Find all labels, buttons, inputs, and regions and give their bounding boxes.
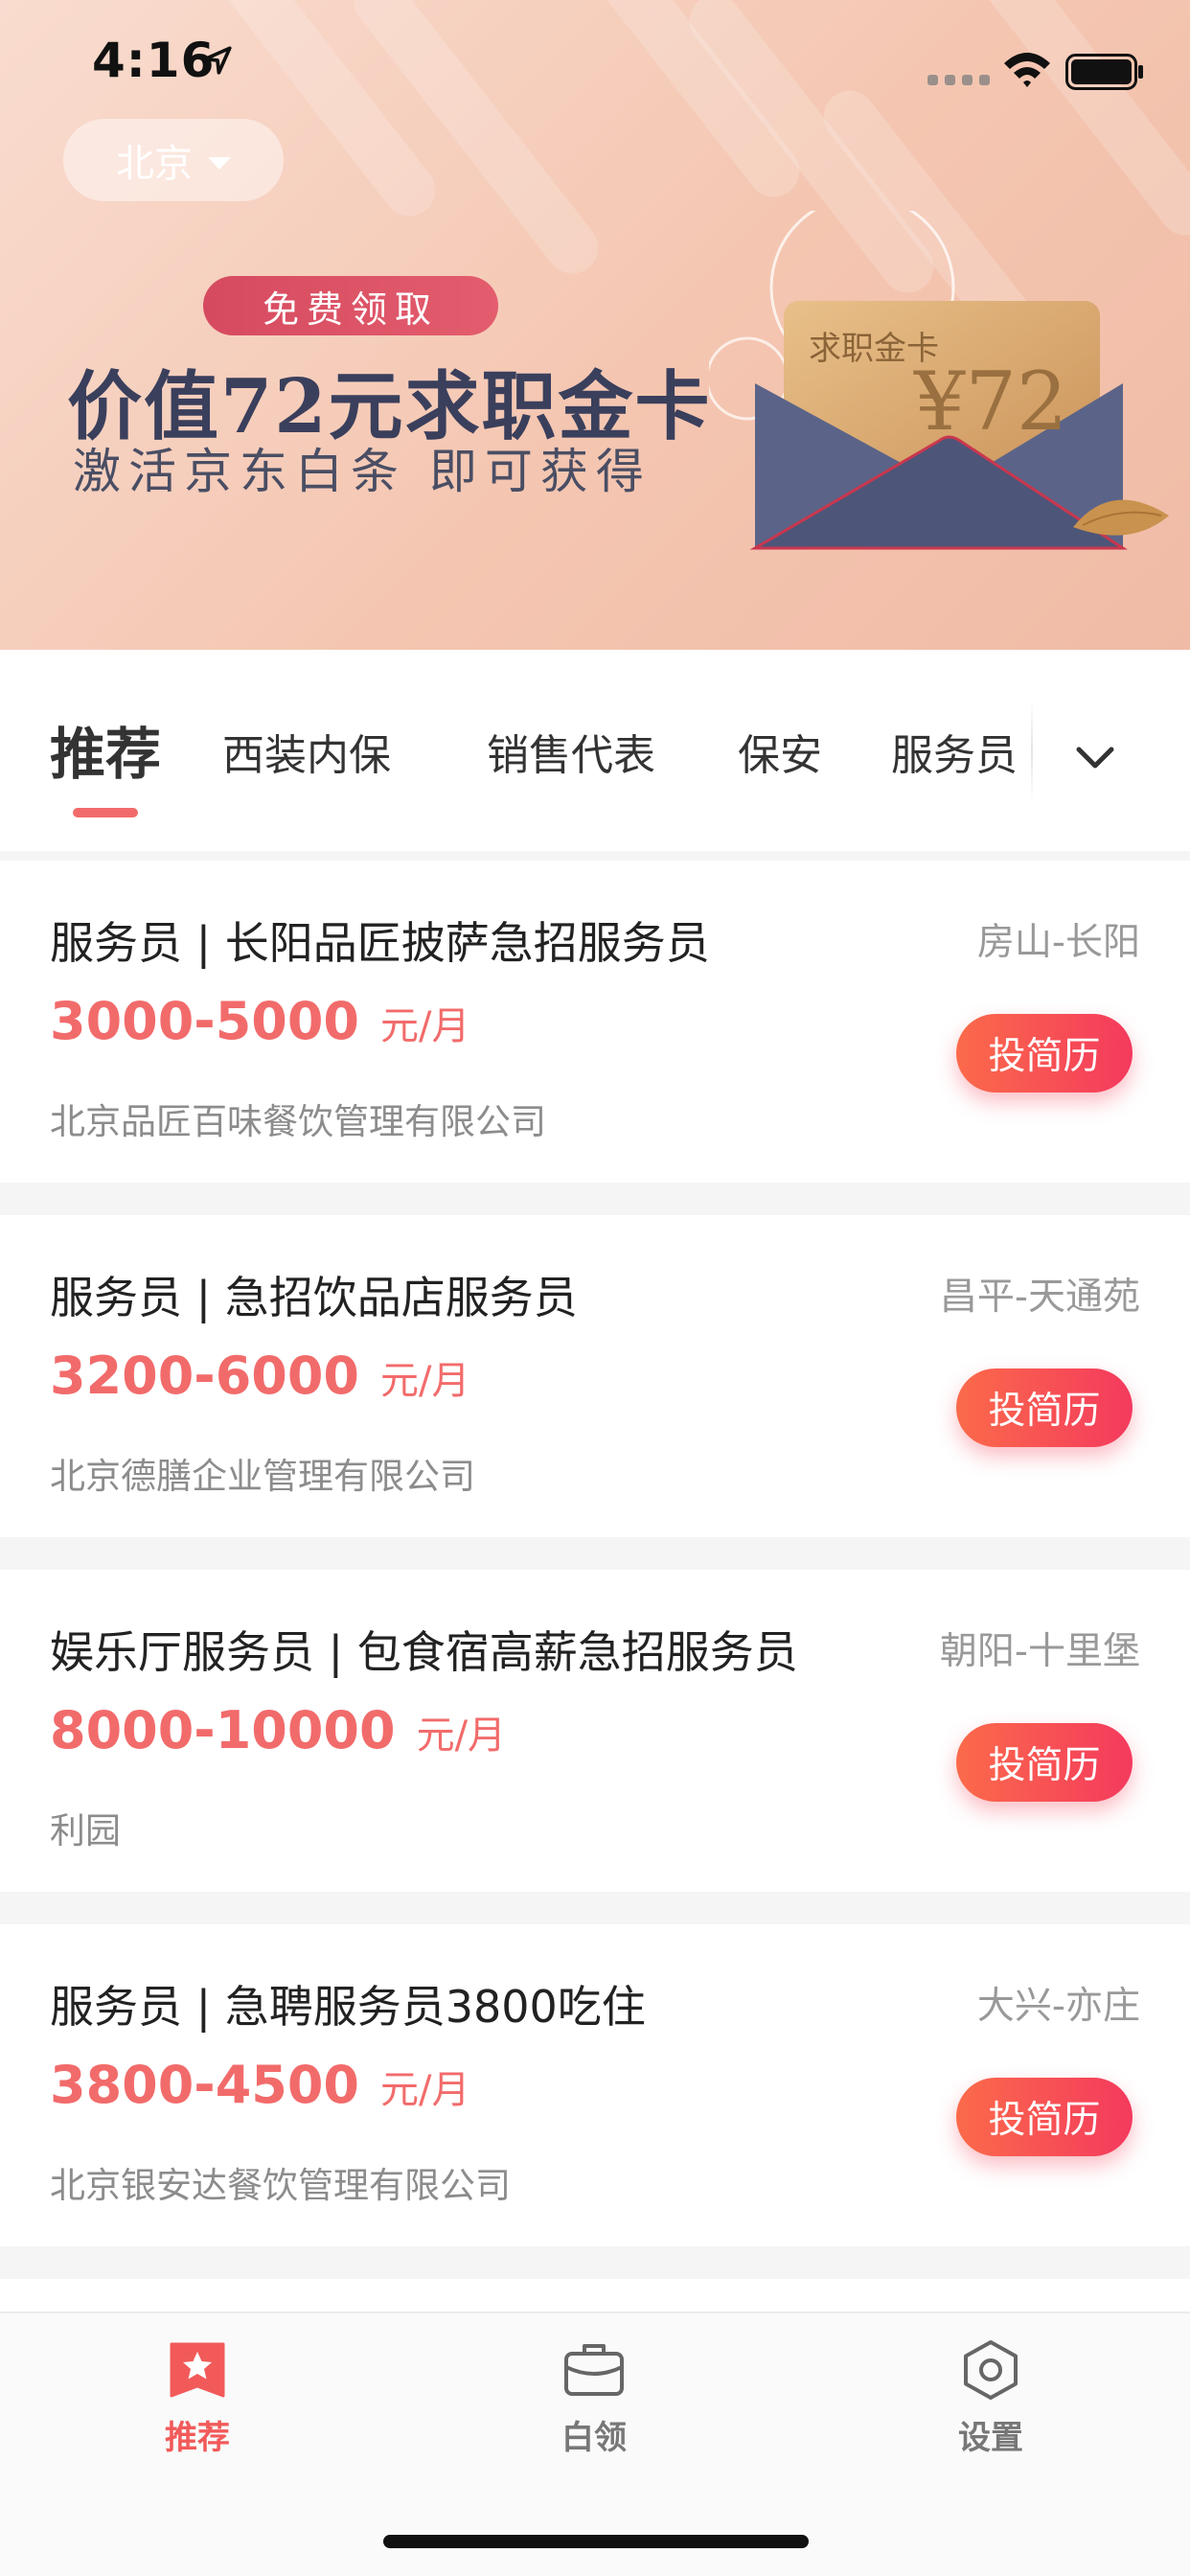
job-area: 昌平-天通苑: [939, 1276, 1140, 1319]
promo-tag: 免费领取: [203, 276, 498, 335]
job-area: 房山-长阳: [976, 921, 1140, 964]
nav-label: 设置: [958, 2419, 1023, 2457]
job-salary: 3200-6000 元/月: [50, 1346, 470, 1406]
job-salary: 8000-10000 元/月: [50, 1700, 507, 1760]
nav-settings[interactable]: 设置: [904, 2338, 1077, 2458]
job-title: 服务员 | 急聘服务员3800吃住: [50, 1981, 646, 2033]
promo-banner[interactable]: 4:16 北京 免费领取 价值72元求职金卡 激活京东白条 即可获得 求职金卡 …: [0, 0, 1190, 650]
location-arrow-icon: [203, 46, 232, 75]
job-card[interactable]: 服务员 | 急聘服务员3800吃住 大兴-亦庄 3800-4500 元/月 北京银…: [0, 1924, 1190, 2246]
job-title: 服务员 | 长阳品匠披萨急招服务员: [50, 917, 710, 969]
battery-icon: [1065, 54, 1143, 90]
nav-recommend[interactable]: 推荐: [111, 2338, 284, 2458]
cellular-signal-icon: [927, 75, 990, 85]
job-title: 服务员 | 急招饮品店服务员: [50, 1272, 578, 1323]
nav-label: 白领: [561, 2419, 627, 2457]
job-salary: 3800-4500 元/月: [50, 2055, 470, 2115]
job-title: 娱乐厅服务员 | 包食宿高薪急招服务员: [50, 1626, 798, 1678]
nav-white-collar[interactable]: 白领: [508, 2338, 680, 2458]
active-tab-indicator: [73, 808, 138, 817]
city-label: 北京: [116, 142, 193, 186]
apply-button[interactable]: 投简历: [956, 1014, 1133, 1092]
job-company: 北京品匠百味餐饮管理有限公司: [50, 1101, 546, 1142]
app-screen: 4:16 北京 免费领取 价值72元求职金卡 激活京东白条 即可获得 求职金卡 …: [0, 0, 1190, 2576]
job-area: 朝阳-十里堡: [939, 1630, 1140, 1673]
promo-subtitle: 激活京东白条 即可获得: [73, 444, 652, 499]
salary-unit: 元/月: [380, 2068, 470, 2112]
job-company: 北京银安达餐饮管理有限公司: [50, 2165, 511, 2206]
job-salary: 3000-5000 元/月: [50, 991, 470, 1051]
tab-sales-rep[interactable]: 销售代表: [487, 721, 655, 782]
job-card[interactable]: 服务员 | 急招饮品店服务员 昌平-天通苑 3200-6000 元/月 北京德膳企…: [0, 1215, 1190, 1537]
home-indicator[interactable]: [383, 2535, 809, 2548]
salary-unit: 元/月: [416, 1714, 507, 1758]
apply-button[interactable]: 投简历: [956, 2078, 1133, 2156]
status-time: 4:16: [92, 33, 216, 88]
apply-button[interactable]: 投简历: [956, 1723, 1133, 1802]
city-selector[interactable]: 北京: [63, 119, 284, 201]
hexagon-settings-icon: [964, 2340, 1018, 2400]
job-area: 大兴-亦庄: [976, 1985, 1140, 2028]
tab-suit-security[interactable]: 西装内保: [222, 721, 391, 782]
job-card[interactable]: 娱乐厅服务员 | 包食宿高薪急招服务员 朝阳-十里堡 8000-10000 元/月…: [0, 1570, 1190, 1892]
briefcase-icon: [564, 2344, 624, 2396]
tab-recommend[interactable]: 推荐: [50, 709, 161, 790]
chevron-down-icon[interactable]: [1071, 740, 1119, 778]
job-company: 利园: [50, 1810, 121, 1852]
wifi-icon: [1004, 53, 1050, 87]
tab-waiter[interactable]: 服务员: [891, 721, 1018, 782]
salary-unit: 元/月: [380, 1359, 470, 1403]
job-company: 北京德膳企业管理有限公司: [50, 1456, 475, 1497]
nav-label: 推荐: [165, 2419, 230, 2457]
apply-button[interactable]: 投简历: [956, 1368, 1133, 1447]
salary-unit: 元/月: [380, 1004, 470, 1048]
card-amount: ¥72: [914, 355, 1068, 448]
tab-security-guard[interactable]: 保安: [738, 721, 822, 782]
job-card[interactable]: 服务员 | 长阳品匠披萨急招服务员 房山-长阳 3000-5000 元/月 北京品…: [0, 861, 1190, 1183]
gold-card-envelope-illustration: 求职金卡 ¥72: [709, 211, 1188, 594]
star-bookmark-icon: [170, 2342, 225, 2398]
caret-down-icon: [208, 156, 231, 170]
tab-divider: [1031, 698, 1033, 803]
